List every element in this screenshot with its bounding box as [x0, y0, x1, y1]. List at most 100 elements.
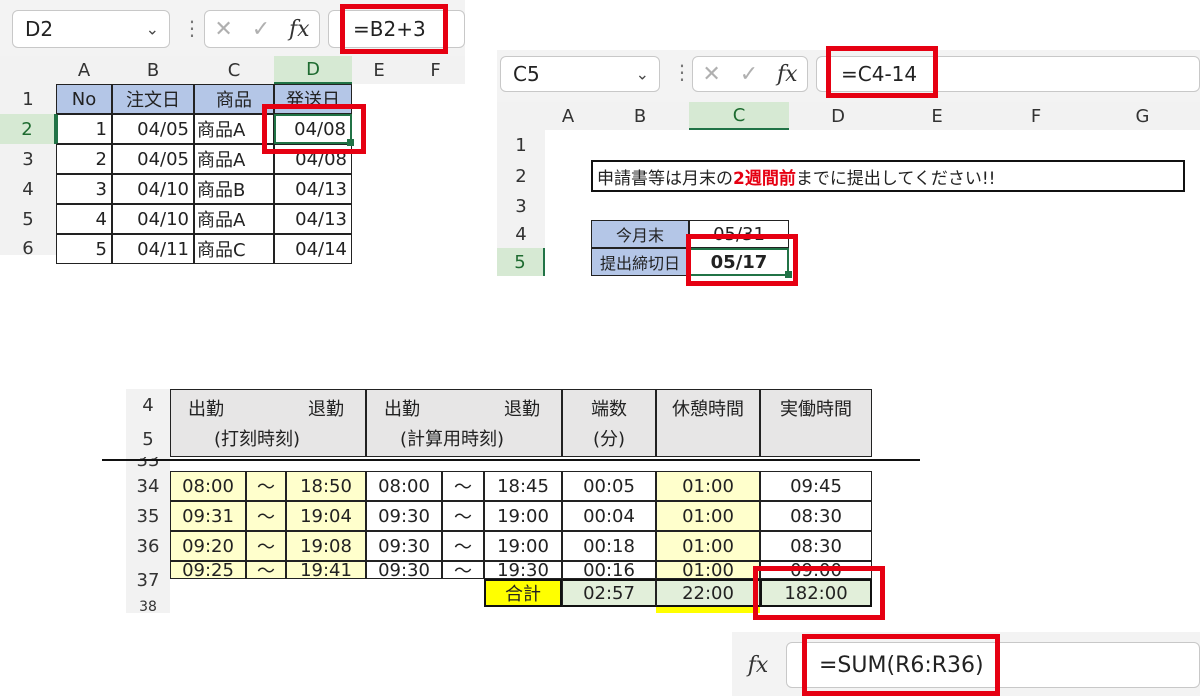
total-break[interactable]: 22:00: [656, 579, 760, 607]
tilde-cell[interactable]: ～: [246, 531, 286, 561]
col-header[interactable]: E: [887, 102, 987, 130]
row-header[interactable]: 35: [126, 501, 170, 531]
time-cell[interactable]: 08:00: [170, 471, 246, 501]
col-header[interactable]: D: [274, 56, 352, 84]
table-cell[interactable]: 04/05: [112, 144, 194, 174]
row-header[interactable]: 6: [0, 234, 56, 259]
table-cell[interactable]: 04/05: [112, 114, 194, 144]
total-frac[interactable]: 02:57: [562, 579, 656, 607]
label-month-end[interactable]: 今月末: [591, 220, 689, 248]
name-box[interactable]: D2 ⌄: [12, 10, 170, 48]
col-header[interactable]: C: [689, 102, 789, 130]
table-cell[interactable]: 04/10: [112, 204, 194, 234]
label-deadline[interactable]: 提出締切日: [591, 248, 689, 276]
table-cell[interactable]: 04/10: [112, 174, 194, 204]
row-header[interactable]: 37: [126, 561, 170, 599]
time-cell[interactable]: 09:25: [170, 561, 246, 579]
time-cell[interactable]: 19:30: [484, 561, 562, 579]
time-cell[interactable]: 08:30: [760, 501, 872, 531]
row-header[interactable]: 5: [497, 248, 545, 276]
row-header[interactable]: 1: [0, 84, 56, 114]
check-icon[interactable]: ✓: [740, 62, 758, 87]
table-cell[interactable]: 4: [56, 204, 112, 234]
tilde-cell[interactable]: ～: [442, 471, 484, 501]
tilde-cell[interactable]: ～: [246, 471, 286, 501]
fx-icon[interactable]: fx: [748, 653, 769, 678]
time-cell[interactable]: 09:30: [366, 501, 442, 531]
row-header[interactable]: 38: [126, 599, 170, 613]
col-header[interactable]: F: [987, 102, 1085, 130]
row-header[interactable]: 4: [0, 174, 56, 204]
col-header[interactable]: F: [406, 56, 465, 84]
cancel-x-icon[interactable]: ✕: [214, 17, 232, 42]
select-all-corner[interactable]: [0, 56, 56, 84]
time-cell[interactable]: 00:18: [562, 531, 656, 561]
table-header-cell[interactable]: 注文日: [112, 84, 194, 114]
table-cell[interactable]: 04/13: [274, 174, 352, 204]
fx-icon[interactable]: fx: [777, 62, 798, 87]
time-cell[interactable]: 00:16: [562, 561, 656, 579]
tilde-cell[interactable]: ～: [442, 501, 484, 531]
time-cell[interactable]: 19:08: [286, 531, 366, 561]
notice-cell[interactable]: 申請書等は月末の 2週間前 までに提出してください!!: [591, 160, 1185, 192]
row-header[interactable]: 36: [126, 531, 170, 561]
chevron-down-icon[interactable]: ⌄: [146, 20, 159, 39]
table-cell[interactable]: 3: [56, 174, 112, 204]
more-dots-icon[interactable]: ⋮: [672, 60, 692, 84]
name-box[interactable]: C5 ⌄: [500, 56, 660, 92]
time-cell[interactable]: 00:04: [562, 501, 656, 531]
time-cell[interactable]: 19:04: [286, 501, 366, 531]
table-cell[interactable]: 商品C: [194, 234, 274, 264]
time-cell[interactable]: 01:00: [656, 471, 760, 501]
time-cell[interactable]: 01:00: [656, 561, 760, 579]
col-header[interactable]: B: [112, 56, 194, 84]
row-header[interactable]: 3: [497, 192, 545, 220]
total-label[interactable]: 合計: [484, 579, 562, 607]
col-header[interactable]: D: [789, 102, 887, 130]
row-header[interactable]: 4: [497, 220, 545, 248]
row-header[interactable]: 5: [0, 204, 56, 234]
tilde-cell[interactable]: ～: [246, 561, 286, 579]
table-cell[interactable]: 1: [56, 114, 112, 144]
row-header[interactable]: 3: [0, 144, 56, 174]
table-cell[interactable]: 04/13: [274, 204, 352, 234]
table-cell[interactable]: 2: [56, 144, 112, 174]
col-header[interactable]: A: [545, 102, 591, 130]
time-cell[interactable]: 09:30: [366, 561, 442, 579]
col-header[interactable]: A: [56, 56, 112, 84]
table-cell[interactable]: 商品B: [194, 174, 274, 204]
fx-icon[interactable]: fx: [289, 17, 310, 42]
row-header[interactable]: 5: [126, 421, 170, 457]
tilde-cell[interactable]: ～: [442, 561, 484, 579]
time-cell[interactable]: 09:45: [760, 471, 872, 501]
check-icon[interactable]: ✓: [252, 17, 270, 42]
time-cell[interactable]: 19:41: [286, 561, 366, 579]
tilde-cell[interactable]: ～: [246, 501, 286, 531]
time-cell[interactable]: 19:00: [484, 501, 562, 531]
col-header[interactable]: G: [1085, 102, 1200, 130]
row-header[interactable]: 4: [126, 389, 170, 421]
table-cell[interactable]: 5: [56, 234, 112, 264]
time-cell[interactable]: 18:45: [484, 471, 562, 501]
row-header[interactable]: 1: [497, 130, 545, 160]
row-header[interactable]: 2: [0, 114, 56, 144]
time-cell[interactable]: 01:00: [656, 531, 760, 561]
time-cell[interactable]: 09:30: [366, 531, 442, 561]
time-cell[interactable]: 19:00: [484, 531, 562, 561]
table-cell[interactable]: 商品A: [194, 204, 274, 234]
time-cell[interactable]: 08:30: [760, 531, 872, 561]
time-cell[interactable]: 18:50: [286, 471, 366, 501]
tilde-cell[interactable]: ～: [442, 531, 484, 561]
col-header[interactable]: C: [194, 56, 274, 84]
select-all-corner[interactable]: [497, 102, 545, 130]
time-cell[interactable]: 08:00: [366, 471, 442, 501]
cancel-x-icon[interactable]: ✕: [702, 62, 720, 87]
row-header[interactable]: 2: [497, 160, 545, 192]
col-header[interactable]: E: [352, 56, 406, 84]
col-header[interactable]: B: [591, 102, 689, 130]
chevron-down-icon[interactable]: ⌄: [636, 65, 649, 84]
time-cell[interactable]: 01:00: [656, 501, 760, 531]
more-dots-icon[interactable]: ⋮: [182, 16, 202, 40]
time-cell[interactable]: 09:31: [170, 501, 246, 531]
table-cell[interactable]: 04/11: [112, 234, 194, 264]
